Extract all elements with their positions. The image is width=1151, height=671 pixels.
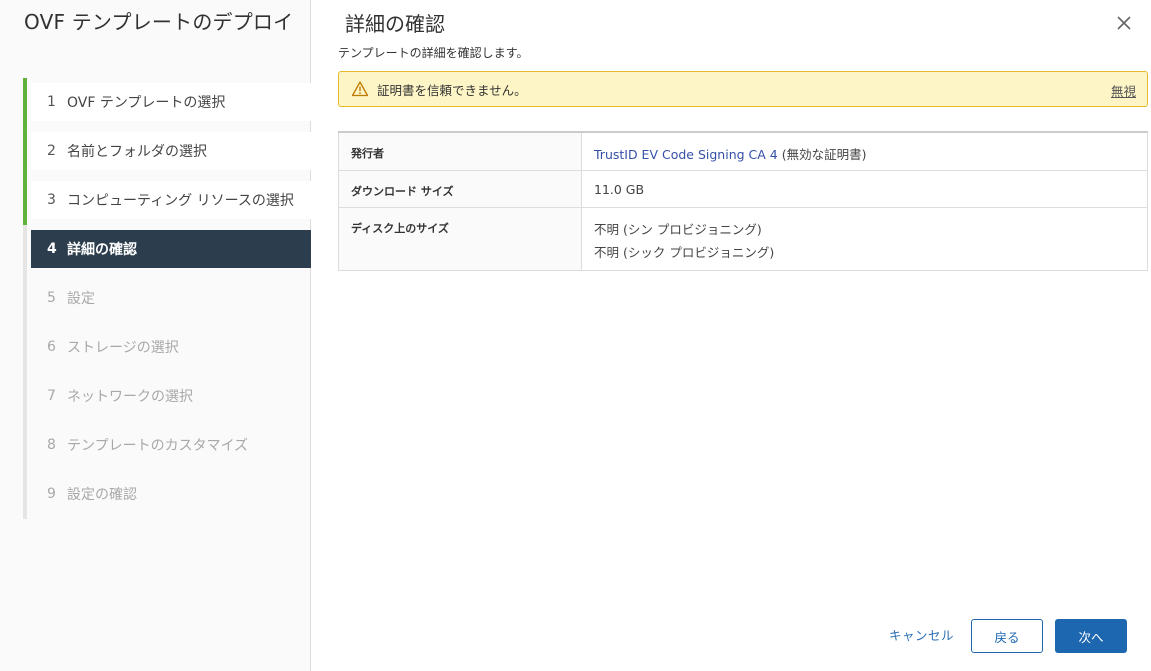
step-5: 5 設定	[23, 274, 311, 323]
step-number: 2	[47, 143, 56, 159]
step-7: 7 ネットワークの選択	[23, 372, 311, 421]
disk-size-thick: 不明 (シック プロビジョニング)	[594, 244, 775, 260]
step-label: 設定	[67, 291, 95, 307]
cancel-button[interactable]: キャンセル	[889, 619, 954, 653]
step-3[interactable]: 3 コンピューティング リソースの選択	[23, 176, 311, 225]
step-number: 8	[47, 437, 56, 453]
publisher-status: (無効な証明書)	[777, 147, 867, 162]
step-number: 1	[47, 94, 56, 110]
step-status-bar	[23, 225, 27, 274]
step-status-bar	[23, 421, 27, 470]
step-number: 9	[47, 486, 56, 502]
step-number: 6	[47, 339, 56, 355]
step-status-bar	[23, 274, 27, 323]
close-icon	[1117, 16, 1131, 30]
back-button[interactable]: 戻る	[971, 619, 1043, 653]
publisher-value: TrustID EV Code Signing CA 4 (無効な証明書)	[581, 131, 1148, 171]
step-status-bar	[23, 470, 27, 519]
details-table: 発行者 TrustID EV Code Signing CA 4 (無効な証明書…	[338, 131, 1148, 271]
step-1[interactable]: 1 OVF テンプレートの選択	[23, 78, 311, 127]
step-4[interactable]: 4 詳細の確認	[23, 225, 311, 274]
step-number: 3	[47, 192, 56, 208]
disk-size-key: ディスク上のサイズ	[338, 206, 582, 271]
step-label: ネットワークの選択	[67, 389, 193, 405]
step-status-bar	[23, 176, 27, 225]
step-label: 設定の確認	[67, 487, 137, 503]
disk-size-value: 不明 (シン プロビジョニング) 不明 (シック プロビジョニング)	[581, 206, 1148, 271]
step-status-bar	[23, 78, 27, 127]
step-label: ストレージの選択	[67, 340, 179, 356]
step-8: 8 テンプレートのカスタマイズ	[23, 421, 311, 470]
main-panel: 詳細の確認 テンプレートの詳細を確認します。 証明書を信頼できません。 無視 発…	[311, 0, 1151, 671]
wizard-footer: キャンセル 戻る 次へ	[311, 611, 1151, 671]
close-button[interactable]	[1112, 11, 1136, 35]
table-row: ディスク上のサイズ 不明 (シン プロビジョニング) 不明 (シック プロビジョ…	[338, 206, 1148, 271]
step-2[interactable]: 2 名前とフォルダの選択	[23, 127, 311, 176]
wizard-title: OVF テンプレートのデプロイ	[24, 10, 294, 34]
publisher-key: 発行者	[338, 131, 582, 171]
ignore-link[interactable]: 無視	[1111, 81, 1136, 100]
step-label: OVF テンプレートの選択	[67, 95, 226, 111]
step-status-bar	[23, 127, 27, 176]
alert-message: 証明書を信頼できません。	[377, 82, 527, 98]
step-9: 9 設定の確認	[23, 470, 311, 519]
step-number: 7	[47, 388, 56, 404]
step-list: 1 OVF テンプレートの選択 2 名前とフォルダの選択 3 コンピューティング リソ…	[23, 78, 311, 524]
publisher-link[interactable]: TrustID EV Code Signing CA 4	[594, 147, 778, 162]
download-size-key: ダウンロード サイズ	[338, 169, 582, 208]
disk-size-thin: 不明 (シン プロビジョニング)	[594, 221, 762, 237]
step-number: 4	[47, 241, 57, 257]
step-label: コンピューティング リソースの選択	[67, 193, 294, 209]
page-title: 詳細の確認	[345, 12, 445, 36]
step-6: 6 ストレージの選択	[23, 323, 311, 372]
step-label: 詳細の確認	[67, 242, 137, 258]
page-subtitle: テンプレートの詳細を確認します。	[338, 46, 529, 60]
wizard-sidebar: OVF テンプレートのデプロイ 1 OVF テンプレートの選択 2 名前とフォルダの…	[0, 0, 311, 671]
table-row: ダウンロード サイズ 11.0 GB	[338, 169, 1148, 208]
step-status-bar	[23, 323, 27, 372]
step-status-bar	[23, 372, 27, 421]
step-number: 5	[47, 290, 56, 306]
certificate-warning-alert: 証明書を信頼できません。 無視	[338, 71, 1148, 107]
step-label: 名前とフォルダの選択	[67, 144, 207, 160]
next-button[interactable]: 次へ	[1055, 619, 1127, 653]
table-row: 発行者 TrustID EV Code Signing CA 4 (無効な証明書…	[338, 131, 1148, 171]
download-size-value: 11.0 GB	[581, 169, 1148, 208]
warning-icon	[351, 81, 369, 97]
step-label: テンプレートのカスタマイズ	[67, 438, 249, 454]
